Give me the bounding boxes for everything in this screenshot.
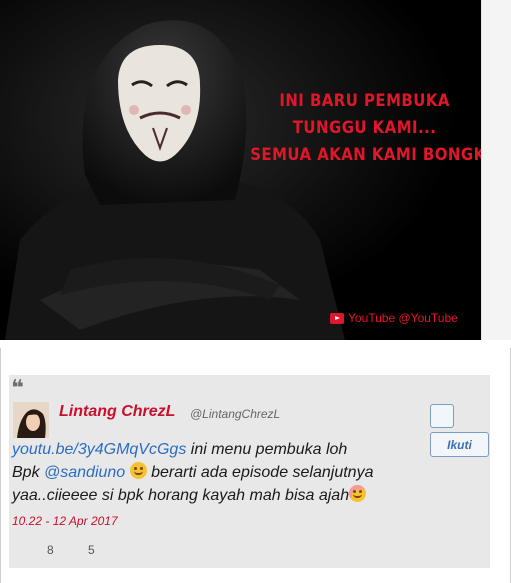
follow-button[interactable]: Ikuti bbox=[430, 432, 489, 457]
youtube-credit-text: YouTube @YouTube bbox=[348, 311, 458, 325]
headline-line: INI BARU PEMBUKA bbox=[279, 91, 450, 111]
quote-icon: ❝ bbox=[11, 375, 24, 400]
tweet-text: youtu.be/3y4GMqVcGgs ini menu pembuka lo… bbox=[12, 438, 422, 507]
author-name[interactable]: Lintang ChrezL bbox=[59, 403, 175, 421]
tweet-text-segment: ini menu pembuka loh bbox=[186, 441, 348, 458]
avatar-image bbox=[13, 402, 49, 438]
video-headline: INI BARU PEMBUKA TUNGGU KAMI... SEMUA AK… bbox=[250, 88, 481, 169]
avatar[interactable] bbox=[13, 402, 49, 438]
youtube-icon bbox=[330, 312, 344, 324]
video-link[interactable]: youtu.be/3y4GMqVcGgs bbox=[12, 441, 186, 458]
headline-line: SEMUA AKAN KAMI BONGKAR bbox=[250, 145, 481, 165]
tweet-timestamp[interactable]: 10.22 - 12 Apr 2017 bbox=[12, 514, 118, 528]
media-edge bbox=[481, 0, 511, 340]
tweet-text-segment: yaa..ciieeee si bpk horang kayah mah bis… bbox=[12, 487, 350, 504]
smile-emoji bbox=[129, 462, 147, 479]
hooded-figure-image bbox=[0, 0, 481, 340]
select-checkbox[interactable] bbox=[430, 404, 454, 428]
youtube-credit[interactable]: YouTube @YouTube bbox=[330, 311, 458, 325]
tweet-text-segment: berarti ada episode selanjutnya bbox=[146, 464, 374, 481]
video-thumbnail[interactable]: INI BARU PEMBUKA TUNGGU KAMI... SEMUA AK… bbox=[0, 0, 481, 340]
headline-line: TUNGGU KAMI... bbox=[292, 118, 437, 138]
like-count[interactable]: 5 bbox=[88, 543, 95, 557]
tweet-text-segment: Bpk bbox=[12, 464, 45, 481]
mention-link[interactable]: @sandiuno bbox=[44, 464, 125, 481]
wink-emoji bbox=[349, 485, 367, 502]
author-handle[interactable]: @LintangChrezL bbox=[190, 407, 280, 421]
retweet-count[interactable]: 8 bbox=[47, 543, 54, 557]
